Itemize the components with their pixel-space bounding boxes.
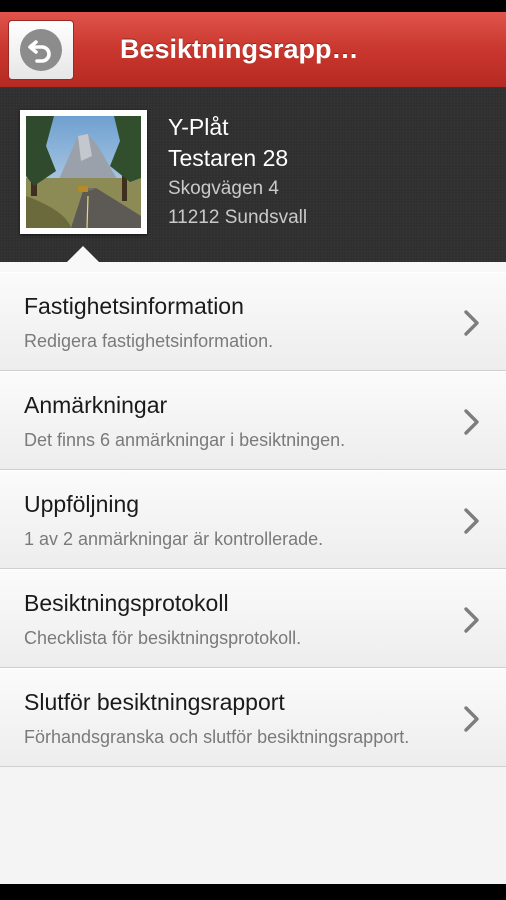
menu-item-anmarkningar[interactable]: Anmärkningar Det finns 6 anmärkningar i … [0, 371, 506, 470]
menu-item-subtitle: Det finns 6 anmärkningar i besiktningen. [24, 430, 346, 450]
bottom-bar [0, 884, 506, 900]
property-street: Skogvägen 4 [168, 178, 279, 199]
menu-item-besiktningsprotokoll[interactable]: Besiktningsprotokoll Checklista för besi… [0, 569, 506, 668]
menu-item-title: Anmärkningar [24, 392, 168, 418]
menu-item-title: Fastighetsinformation [24, 293, 244, 319]
property-company: Y-Plåt [168, 114, 229, 140]
chevron-right-icon [464, 607, 479, 633]
back-arrow-icon [20, 29, 62, 71]
menu-item-subtitle: Förhandsgranska och slutför besiktningsr… [24, 727, 410, 747]
menu-item-title: Slutför besiktningsrapport [24, 689, 285, 715]
property-photo-image [26, 116, 141, 228]
property-photo[interactable] [20, 110, 147, 234]
menu-item-subtitle: Redigera fastighetsinformation. [24, 331, 274, 351]
app-screen: Besiktningsrapp… Y-Plåt Testaren 28 Skog… [0, 0, 506, 900]
chevron-right-icon [464, 409, 479, 435]
chevron-right-icon [464, 508, 479, 534]
chevron-right-icon [464, 706, 479, 732]
back-button[interactable] [8, 20, 74, 80]
chevron-right-icon [464, 310, 479, 336]
header-pointer [66, 246, 100, 263]
page-title: Besiktningsrapp… [120, 34, 359, 64]
menu-item-title: Uppföljning [24, 491, 140, 517]
property-designation: Testaren 28 [168, 145, 289, 171]
property-postal-city: 11212 Sundsvall [168, 207, 308, 228]
menu-list: Fastighetsinformation Redigera fastighet… [0, 262, 506, 884]
property-header: Y-Plåt Testaren 28 Skogvägen 4 11212 Sun… [0, 88, 506, 262]
property-address: Y-Plåt Testaren 28 Skogvägen 4 11212 Sun… [168, 112, 307, 232]
menu-item-title: Besiktningsprotokoll [24, 590, 229, 616]
menu-item-subtitle: 1 av 2 anmärkningar är kontrollerade. [24, 529, 324, 549]
navigation-bar: Besiktningsrapp… [0, 12, 506, 88]
menu-item-slutfor-besiktningsrapport[interactable]: Slutför besiktningsrapport Förhandsgrans… [0, 668, 506, 767]
menu-item-subtitle: Checklista för besiktningsprotokoll. [24, 628, 302, 648]
menu-item-fastighetsinformation[interactable]: Fastighetsinformation Redigera fastighet… [0, 272, 506, 371]
menu-item-uppfoljning[interactable]: Uppföljning 1 av 2 anmärkningar är kontr… [0, 470, 506, 569]
